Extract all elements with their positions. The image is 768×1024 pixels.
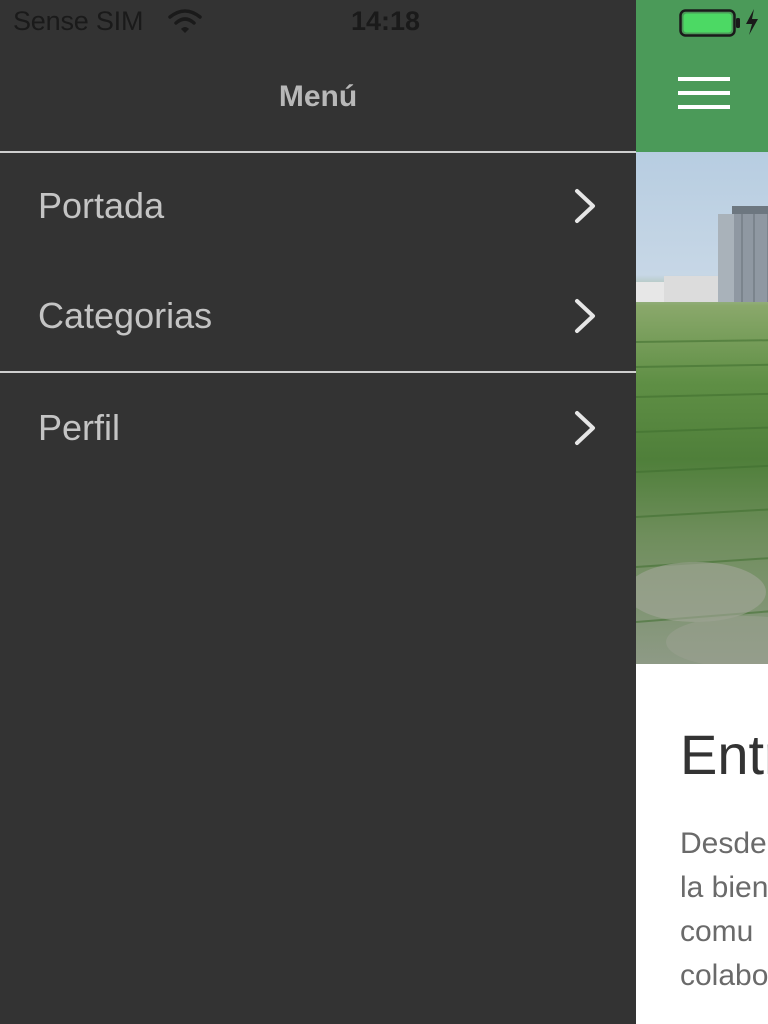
menu-item-perfil[interactable]: Perfil xyxy=(0,374,636,482)
status-bar: Sense SIM 14:18 xyxy=(0,0,768,46)
wifi-icon xyxy=(168,9,202,33)
menu-item-label: Portada xyxy=(38,185,165,226)
side-menu: Menú Portada Categorias Perfil xyxy=(0,0,636,1024)
article-body-line: Desde xyxy=(680,827,767,860)
rice-field-photo xyxy=(636,206,768,668)
hero-image xyxy=(636,152,768,668)
chevron-right-icon xyxy=(575,411,595,445)
carrier-label: Sense SIM xyxy=(13,6,144,36)
menu-item-portada[interactable]: Portada xyxy=(0,152,636,260)
menu-title: Menú xyxy=(278,80,358,113)
battery-icon xyxy=(679,9,740,37)
article-body-line: colabo xyxy=(680,959,768,992)
clock: 14:18 xyxy=(351,6,421,36)
chevron-right-icon xyxy=(575,189,595,223)
app-screen: Entr Desde la bien comu colabo Menú Port… xyxy=(0,0,768,1024)
menu-item-label: Perfil xyxy=(38,407,121,448)
article-body-line: comu xyxy=(680,915,754,948)
article-body: Desde la bien comu colabo xyxy=(680,822,768,998)
menu-item-categorias[interactable]: Categorias xyxy=(0,262,636,370)
menu-item-label: Categorias xyxy=(38,295,213,336)
chevron-right-icon xyxy=(575,299,595,333)
hamburger-menu-icon[interactable] xyxy=(678,77,730,111)
menu-divider xyxy=(0,371,636,373)
charging-bolt-icon xyxy=(746,9,758,35)
article-body-line: la bien xyxy=(680,871,768,904)
article-title: Entr xyxy=(680,723,768,786)
content-page: Entr Desde la bien comu colabo xyxy=(636,0,768,1024)
